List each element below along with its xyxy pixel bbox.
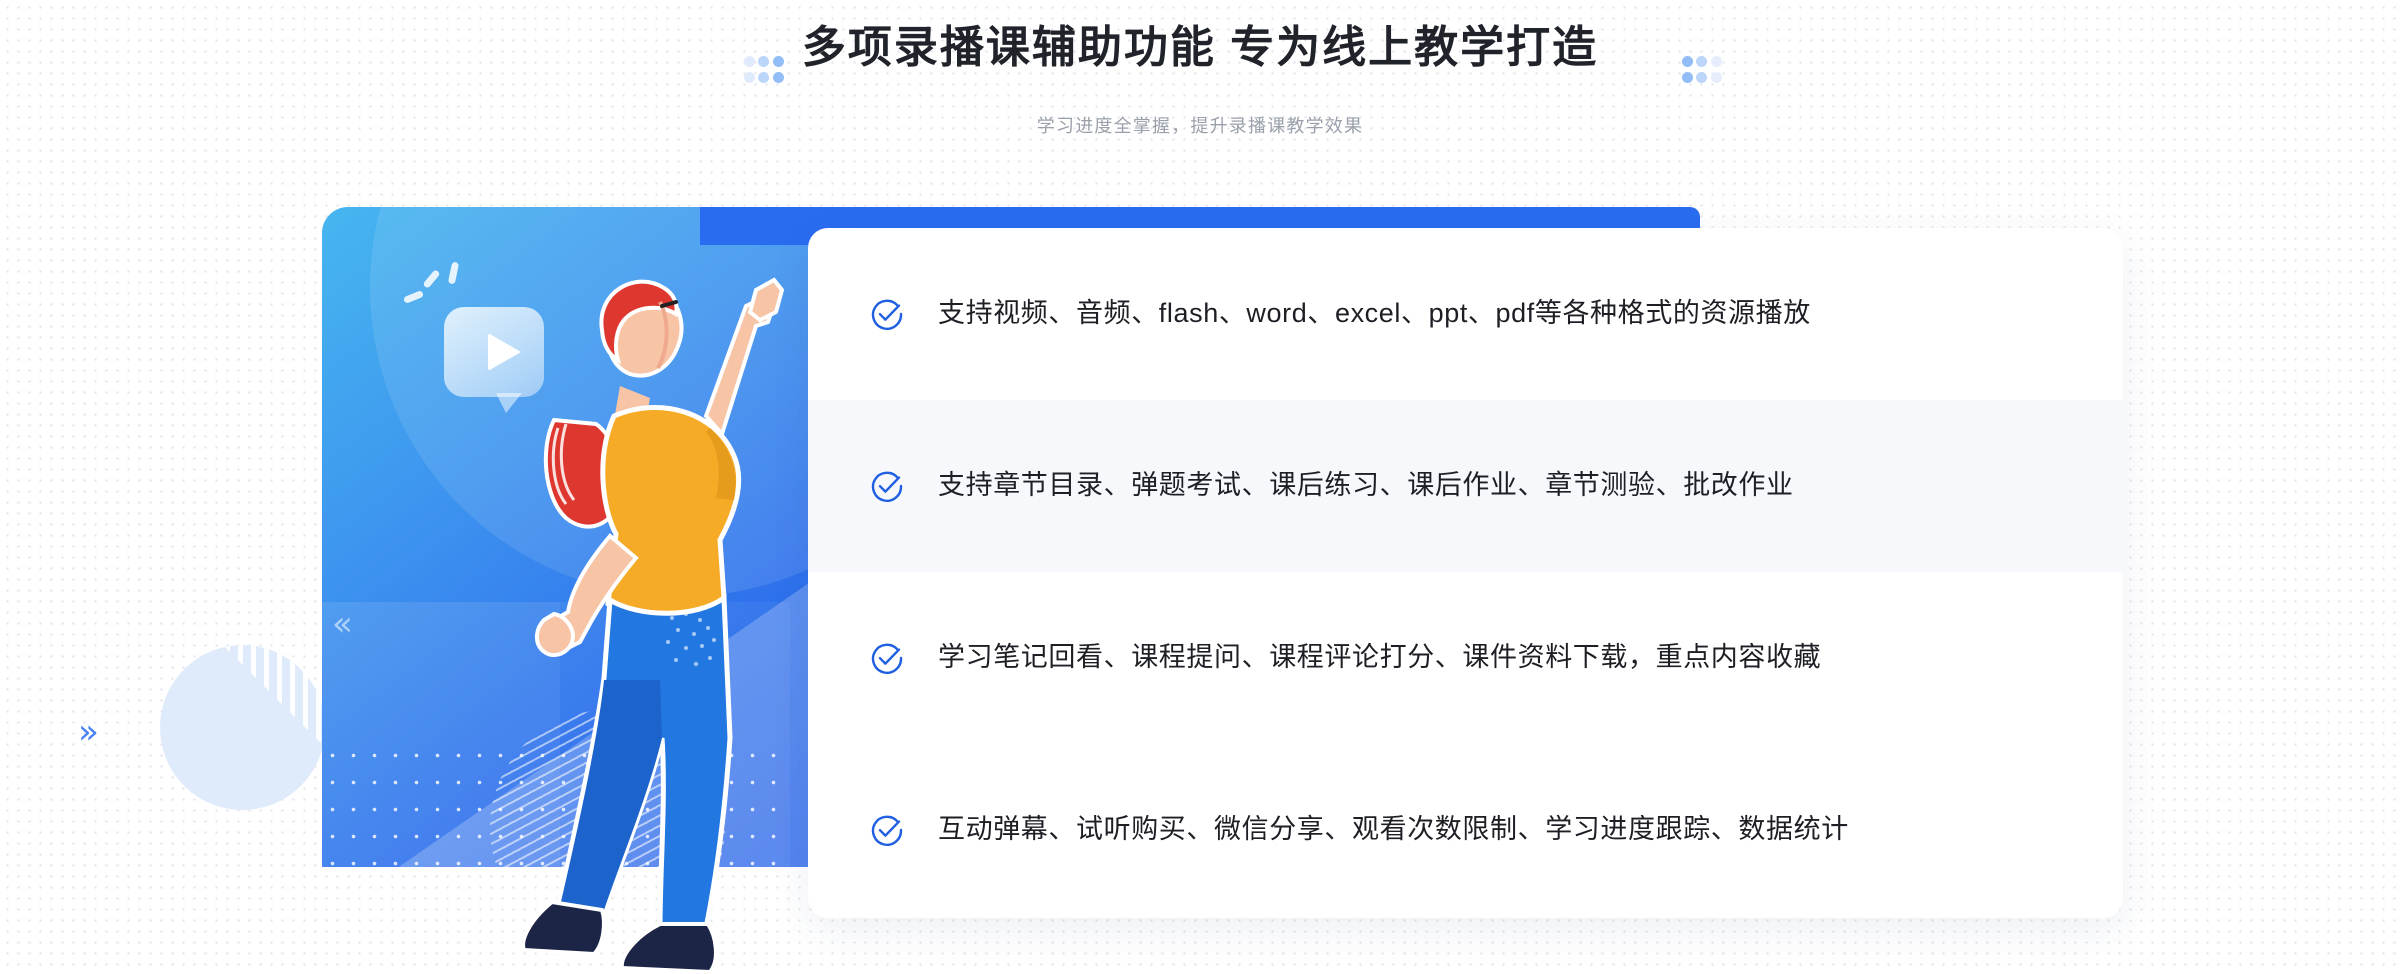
page-header: 多项录播课辅助功能 专为线上教学打造 学习进度全掌握，提升录播课教学效果 bbox=[0, 0, 2400, 150]
feature-row-2[interactable]: 支持章节目录、弹题考试、课后练习、课后作业、章节测验、批改作业 bbox=[808, 400, 2123, 572]
check-circle-icon bbox=[871, 471, 903, 502]
page-root: 多项录播课辅助功能 专为线上教学打造 学习进度全掌握，提升录播课教学效果 » « bbox=[0, 0, 2400, 974]
page-subtitle: 学习进度全掌握，提升录播课教学效果 bbox=[1036, 116, 1364, 136]
feature-card: 支持视频、音频、flash、word、excel、ppt、pdf等各种格式的资源… bbox=[808, 228, 2123, 918]
check-circle-icon bbox=[871, 299, 903, 330]
feature-row-label: 互动弹幕、试听购买、微信分享、观看次数限制、学习进度跟踪、数据统计 bbox=[938, 814, 1849, 845]
illustration-panel: « bbox=[322, 207, 810, 867]
check-circle-icon bbox=[871, 643, 903, 674]
check-circle-icon bbox=[871, 815, 903, 846]
feature-row-label: 学习笔记回看、课程提问、课程评论打分、课件资料下载，重点内容收藏 bbox=[938, 642, 1822, 673]
feature-row-3[interactable]: 学习笔记回看、课程提问、课程评论打分、课件资料下载，重点内容收藏 bbox=[808, 572, 2123, 744]
page-title: 多项录播课辅助功能 专为线上教学打造 bbox=[801, 23, 1599, 72]
chevron-left-icon: « bbox=[332, 604, 353, 644]
panel-circle-shape bbox=[370, 207, 810, 597]
feature-row-1[interactable]: 支持视频、音频、flash、word、excel、ppt、pdf等各种格式的资源… bbox=[808, 228, 2123, 400]
feature-row-label: 支持视频、音频、flash、word、excel、ppt、pdf等各种格式的资源… bbox=[938, 298, 1811, 329]
play-button-icon bbox=[488, 333, 521, 371]
feature-row-4[interactable]: 互动弹幕、试听购买、微信分享、观看次数限制、学习进度跟踪、数据统计 bbox=[808, 744, 2123, 916]
video-play-bubble-icon bbox=[444, 307, 544, 413]
feature-row-label: 支持章节目录、弹题考试、课后练习、课后作业、章节测验、批改作业 bbox=[938, 470, 1794, 501]
chevron-right-icon: » bbox=[78, 712, 99, 752]
